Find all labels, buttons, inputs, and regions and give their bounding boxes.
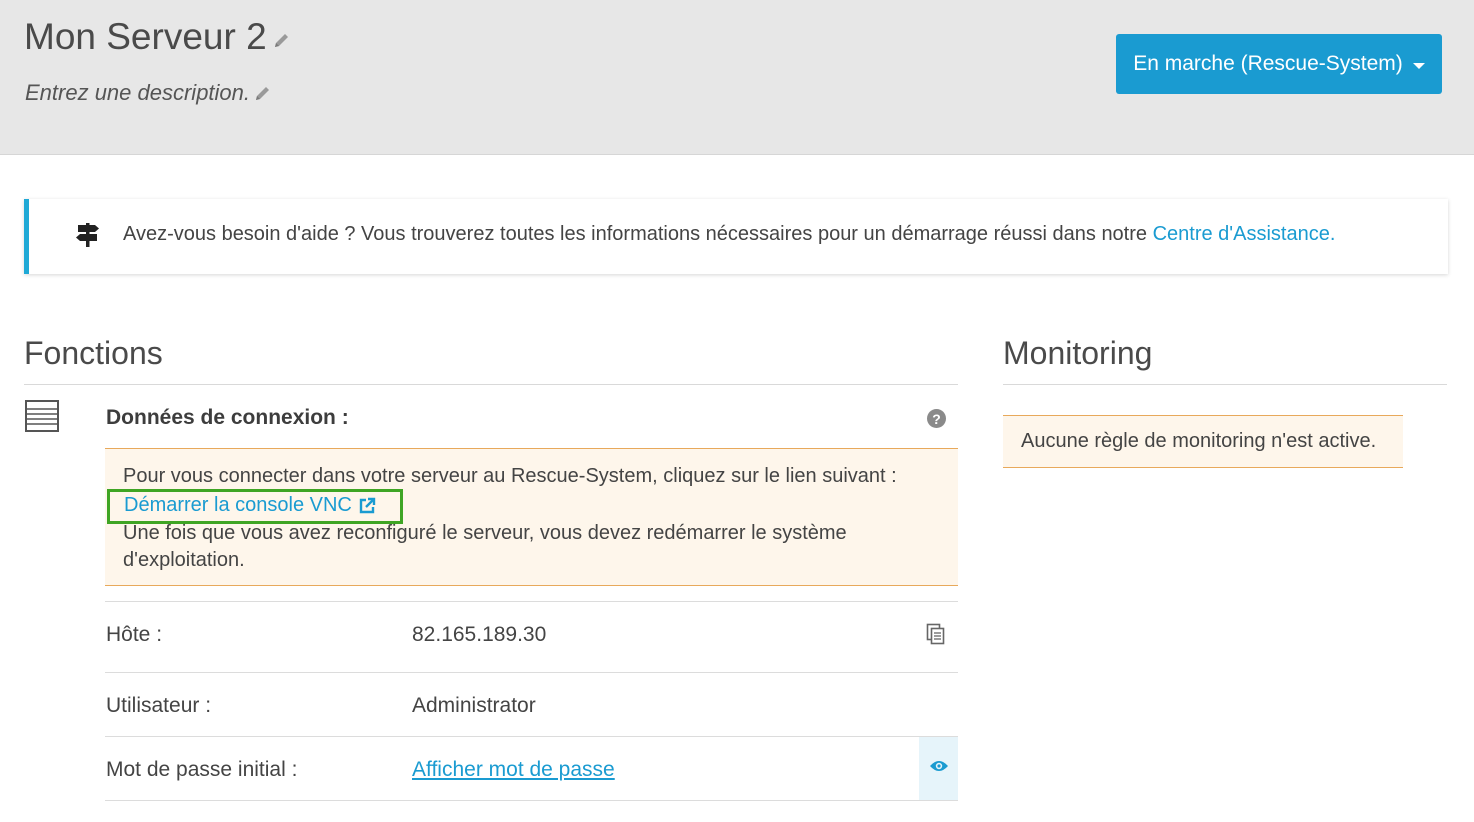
monitoring-empty-text: Aucune règle de monitoring n'est active. xyxy=(1021,430,1377,452)
row-divider xyxy=(105,800,958,801)
password-value: Afficher mot de passe xyxy=(412,758,615,782)
page-header: Mon Serveur 2 Entrez une description. En… xyxy=(0,0,1474,155)
copy-icon[interactable] xyxy=(926,623,946,650)
help-center-link[interactable]: Centre d'Assistance. xyxy=(1153,223,1336,245)
caret-down-icon xyxy=(1412,62,1425,69)
server-title: Mon Serveur 2 xyxy=(24,16,267,57)
external-link-icon[interactable] xyxy=(358,497,376,515)
server-description: Entrez une description. xyxy=(25,80,251,105)
show-password-link[interactable]: Afficher mot de passe xyxy=(412,758,615,781)
eye-icon xyxy=(929,759,949,778)
notice-line-2: Une fois que vous avez reconfiguré le se… xyxy=(123,521,847,572)
vnc-console-link[interactable]: Démarrer la console VNC xyxy=(124,492,352,520)
help-message: Avez-vous besoin d'aide ? Vous trouverez… xyxy=(123,223,1153,245)
server-icon xyxy=(25,400,59,437)
password-label: Mot de passe initial : xyxy=(106,758,298,781)
row-divider xyxy=(105,736,958,737)
row-divider xyxy=(105,672,958,673)
show-password-eye-button[interactable] xyxy=(919,737,958,800)
vnc-link-highlight: Démarrer la console VNC xyxy=(107,488,403,524)
row-divider xyxy=(105,601,958,602)
host-label: Hôte : xyxy=(106,623,163,646)
user-value: Administrator xyxy=(412,694,536,717)
signpost-icon xyxy=(75,221,101,254)
rescue-notice: Pour vous connecter dans votre serveur a… xyxy=(105,448,958,586)
fonctions-divider xyxy=(24,384,958,385)
monitoring-empty-notice: Aucune règle de monitoring n'est active. xyxy=(1003,415,1403,468)
monitoring-heading: Monitoring xyxy=(1003,335,1153,371)
description-row: Entrez une description. xyxy=(25,80,272,106)
edit-title-pencil-icon[interactable] xyxy=(273,31,291,49)
server-status-dropdown-button[interactable]: En marche (Rescue-System) xyxy=(1116,34,1442,94)
title-row: Mon Serveur 2 xyxy=(24,16,291,58)
status-button-label: En marche (Rescue-System) xyxy=(1133,52,1403,75)
help-question-icon[interactable]: ? xyxy=(927,409,946,428)
help-text: Avez-vous besoin d'aide ? Vous trouverez… xyxy=(123,223,1335,246)
help-banner: Avez-vous besoin d'aide ? Vous trouverez… xyxy=(24,199,1448,274)
host-value: 82.165.189.30 xyxy=(412,623,547,646)
monitoring-divider xyxy=(1003,384,1447,385)
fonctions-heading: Fonctions xyxy=(24,335,163,371)
notice-line-1: Pour vous connecter dans votre serveur a… xyxy=(123,465,897,487)
edit-description-pencil-icon[interactable] xyxy=(254,84,272,102)
user-label: Utilisateur : xyxy=(106,694,212,717)
connection-data-title: Données de connexion : xyxy=(106,406,349,429)
